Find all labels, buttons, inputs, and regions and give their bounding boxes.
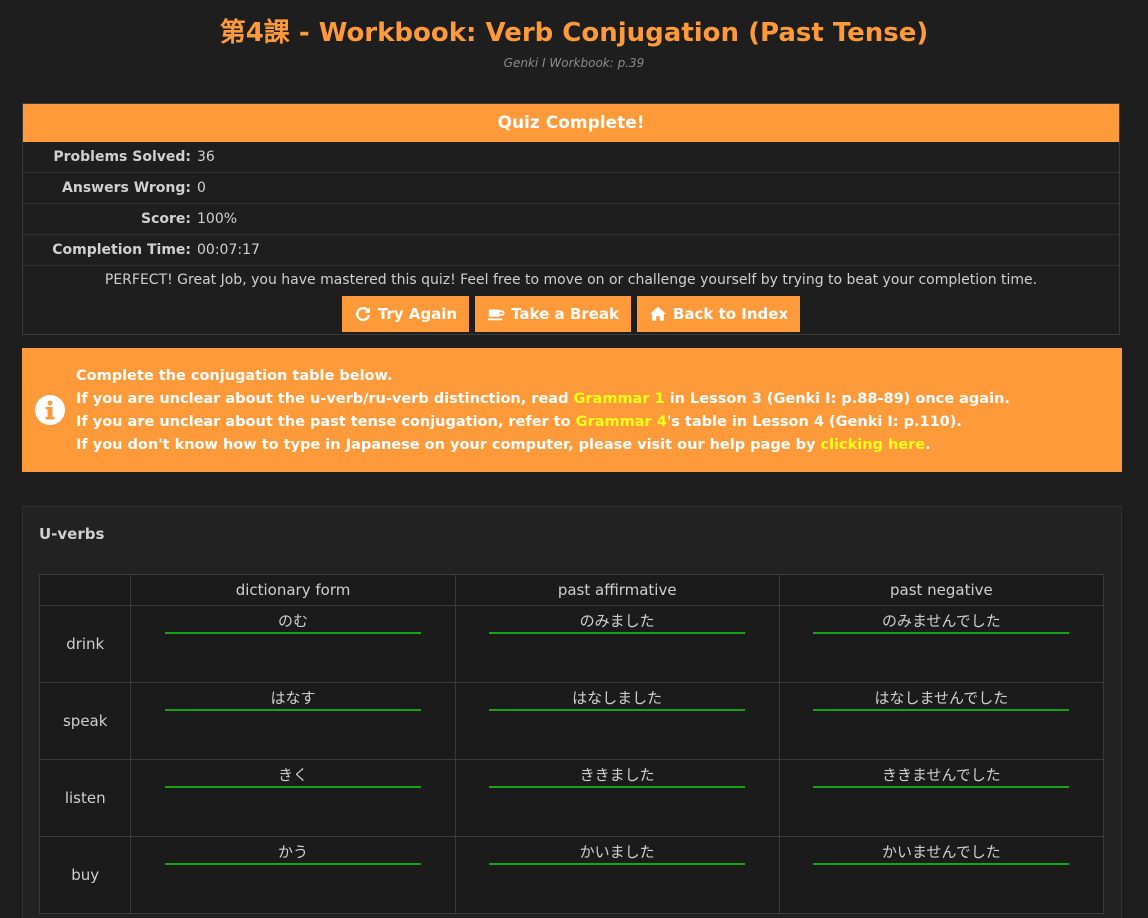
- verb-label: drink: [38, 605, 132, 683]
- refresh-icon: [355, 307, 370, 322]
- table-row: drink のむ のみました のみませんでした: [38, 605, 1105, 683]
- answer-field[interactable]: のみました: [489, 610, 746, 634]
- info-text-segment: If you are unclear about the past tense …: [76, 414, 576, 430]
- grammar-1-link[interactable]: Grammar 1: [574, 391, 665, 407]
- info-banner: Complete the conjugation table below. If…: [22, 348, 1122, 472]
- table-cell: かいませんでした: [778, 836, 1105, 914]
- page-subtitle: Genki I Workbook: p.39: [503, 56, 645, 70]
- table-cell: のむ: [130, 605, 456, 683]
- column-header: dictionary form: [130, 574, 456, 606]
- info-text-segment: .: [925, 437, 931, 453]
- stat-row-answers-wrong: Answers Wrong: 0: [23, 173, 1119, 204]
- grammar-4-link[interactable]: Grammar 4: [576, 414, 667, 430]
- info-text-segment: If you don't know how to type in Japanes…: [76, 437, 821, 453]
- stat-row-problems-solved: Problems Solved: 36: [23, 142, 1119, 173]
- answer-field[interactable]: かう: [165, 841, 422, 865]
- info-line-1: Complete the conjugation table below.: [76, 368, 393, 384]
- stat-value: 36: [197, 149, 215, 165]
- table-cell: はなしませんでした: [778, 682, 1105, 760]
- column-header: past affirmative: [454, 574, 780, 606]
- stat-value: 0: [197, 180, 206, 196]
- stat-value: 00:07:17: [197, 242, 260, 258]
- info-text-segment: If you are unclear about the u-verb/ru-v…: [76, 391, 574, 407]
- table-row: speak はなす はなしました はなしませんでした: [38, 682, 1105, 760]
- answer-field[interactable]: きく: [165, 764, 422, 788]
- page-title: 第4課 - Workbook: Verb Conjugation (Past T…: [219, 18, 929, 48]
- info-line-3: If you are unclear about the past tense …: [76, 411, 1010, 434]
- table-cell: はなす: [130, 682, 456, 760]
- info-text-segment: in Lesson 3 (Genki I: p.88-89) once agai…: [664, 391, 1010, 407]
- stat-row-completion-time: Completion Time: 00:07:17: [23, 235, 1119, 266]
- help-page-link[interactable]: clicking here: [820, 437, 925, 453]
- conjugation-table: dictionary form past affirmative past ne…: [38, 574, 1105, 914]
- table-cell: のみました: [454, 605, 780, 683]
- page: 第4課 - Workbook: Verb Conjugation (Past T…: [0, 0, 1148, 918]
- table-cell: はなしました: [454, 682, 780, 760]
- results-panel: Quiz Complete! Problems Solved: 36 Answe…: [22, 103, 1120, 335]
- info-line-4: If you don't know how to type in Japanes…: [76, 434, 1010, 457]
- take-a-break-label: Take a Break: [511, 305, 619, 323]
- table-row: buy かう かいました かいませんでした: [38, 836, 1105, 914]
- info-icon: [35, 395, 65, 425]
- table-row: listen きく ききました ききませんでした: [38, 759, 1105, 837]
- answer-field[interactable]: はなしました: [489, 687, 746, 711]
- answer-field[interactable]: のむ: [165, 610, 422, 634]
- verb-label: speak: [38, 682, 132, 760]
- try-again-label: Try Again: [377, 305, 458, 323]
- info-line-2: If you are unclear about the u-verb/ru-v…: [76, 388, 1010, 411]
- info-text: Complete the conjugation table below. If…: [76, 365, 1010, 457]
- table-cell: かいました: [454, 836, 780, 914]
- verb-label: buy: [38, 836, 132, 914]
- result-buttons: Try Again Take a Break Back to Index: [23, 296, 1119, 332]
- table-cell: きく: [130, 759, 456, 837]
- answer-field[interactable]: ききませんでした: [813, 764, 1070, 788]
- table-cell: ききませんでした: [778, 759, 1105, 837]
- stat-row-score: Score: 100%: [23, 204, 1119, 235]
- coffee-icon: [488, 309, 505, 321]
- table-header-row: dictionary form past affirmative past ne…: [38, 574, 1105, 606]
- table-cell: かう: [130, 836, 456, 914]
- conjugation-panel: U-verbs dictionary form past affirmative…: [22, 506, 1122, 918]
- answer-field[interactable]: かいませんでした: [813, 841, 1070, 865]
- verb-label: listen: [38, 759, 132, 837]
- answer-field[interactable]: のみませんでした: [813, 610, 1070, 634]
- column-header: past negative: [778, 574, 1105, 606]
- result-message: PERFECT! Great Job, you have mastered th…: [104, 272, 1038, 288]
- take-a-break-button[interactable]: Take a Break: [475, 296, 631, 332]
- stat-label: Answers Wrong:: [62, 180, 191, 196]
- try-again-button[interactable]: Try Again: [341, 296, 470, 332]
- answer-field[interactable]: かいました: [489, 841, 746, 865]
- stat-label: Completion Time:: [52, 242, 191, 258]
- results-heading: Quiz Complete!: [23, 104, 1119, 142]
- stat-label: Problems Solved:: [53, 149, 191, 165]
- section-title: U-verbs: [39, 525, 105, 543]
- stat-value: 100%: [197, 211, 238, 227]
- back-to-index-label: Back to Index: [672, 305, 789, 323]
- home-icon: [649, 306, 667, 321]
- info-text-segment: 's table in Lesson 4 (Genki I: p.110).: [666, 414, 962, 430]
- stat-label: Score:: [141, 211, 191, 227]
- column-header: [38, 574, 132, 606]
- answer-field[interactable]: はなしませんでした: [813, 687, 1070, 711]
- answer-field[interactable]: はなす: [165, 687, 422, 711]
- table-cell: ききました: [454, 759, 780, 837]
- table-cell: のみませんでした: [778, 605, 1105, 683]
- answer-field[interactable]: ききました: [489, 764, 746, 788]
- back-to-index-button[interactable]: Back to Index: [636, 296, 801, 332]
